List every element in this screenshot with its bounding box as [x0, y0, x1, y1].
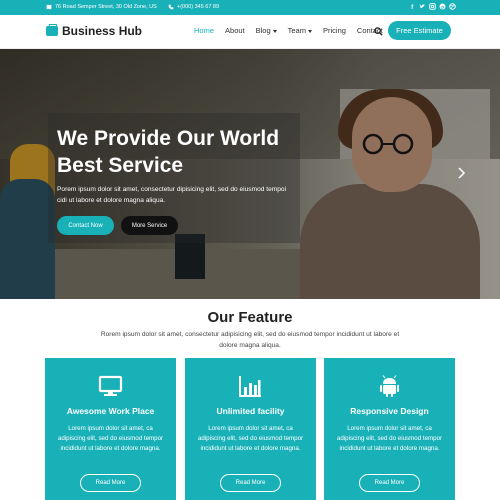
read-more-button[interactable]: Read More [80, 474, 141, 492]
main-menu: Home About Blog Team Pricing Contact [194, 26, 383, 35]
svg-text:f: f [411, 4, 414, 10]
feature-card-text: Lorem ipsum dolor sit amet, ca adipiscin… [336, 425, 443, 452]
nav-item-pricing[interactable]: Pricing [323, 26, 346, 35]
main-navbar: Business Hub Home About Blog Team Pricin… [0, 15, 500, 49]
monitor-icon [98, 375, 123, 396]
chevron-down-icon [307, 29, 312, 33]
android-icon [380, 375, 399, 397]
address-info: 76 Road Semper Street, 30 Old Zone, US [46, 4, 157, 10]
feature-card: Awesome Work Place Lorem ipsum dolor sit… [45, 358, 176, 500]
dribbble-icon[interactable] [449, 3, 456, 10]
bar-chart-icon [239, 376, 261, 397]
free-estimate-button[interactable]: Free Estimate [388, 21, 451, 40]
feature-card-title: Responsive Design [350, 406, 429, 416]
feature-card-title: Awesome Work Place [66, 406, 155, 416]
brand-logo[interactable]: Business Hub [46, 24, 142, 38]
read-more-button[interactable]: Read More [359, 474, 420, 492]
pinterest-icon[interactable]: p [439, 3, 446, 10]
phone-icon [168, 4, 174, 10]
feature-card: Responsive Design Lorem ipsum dolor sit … [324, 358, 455, 500]
map-icon [46, 4, 52, 10]
facebook-icon[interactable]: f [409, 3, 416, 10]
features-description: Rorem ipsum dolor sit amet, consectetur … [100, 331, 400, 349]
nav-item-blog-label: Blog [255, 26, 271, 35]
nav-item-team-label: Team [287, 26, 306, 35]
feature-card-text: Lorem ipsum dolor sit amet, ca adipiscin… [197, 425, 304, 452]
briefcase-icon [46, 24, 58, 36]
search-icon[interactable] [374, 27, 383, 36]
more-service-button[interactable]: More Service [121, 216, 178, 235]
phone-text: +(000) 345 67 89 [177, 4, 220, 10]
top-info-bar: 76 Road Semper Street, 30 Old Zone, US +… [0, 0, 500, 15]
nav-item-blog[interactable]: Blog [256, 26, 277, 35]
address-text: 76 Road Semper Street, 30 Old Zone, US [55, 4, 157, 10]
twitter-icon[interactable] [419, 3, 426, 10]
instagram-icon[interactable] [429, 3, 436, 10]
brand-name: Business Hub [62, 24, 143, 38]
read-more-button[interactable]: Read More [220, 474, 281, 492]
feature-cards: Awesome Work Place Lorem ipsum dolor sit… [45, 358, 455, 500]
social-links: f p [409, 3, 456, 10]
hero-description: Porem ipsum dolor sit amet, consectetur … [57, 186, 287, 204]
feature-card: Unlimited facility Lorem ipsum dolor sit… [185, 358, 316, 500]
nav-item-team[interactable]: Team [288, 26, 312, 35]
feature-card-text: Lorem ipsum dolor sit amet, ca adipiscin… [57, 425, 164, 452]
nav-item-home[interactable]: Home [194, 26, 214, 35]
contact-now-button[interactable]: Contact Now [57, 216, 114, 235]
phone-info: +(000) 345 67 89 [168, 4, 219, 10]
nav-item-about[interactable]: About [225, 26, 245, 35]
hero-title: We Provide Our World Best Service [57, 127, 280, 177]
chevron-right-icon[interactable] [458, 167, 466, 179]
features-title: Our Feature [207, 309, 293, 326]
svg-text:p: p [441, 4, 444, 9]
chevron-down-icon [272, 29, 277, 33]
feature-card-title: Unlimited facility [216, 406, 285, 416]
